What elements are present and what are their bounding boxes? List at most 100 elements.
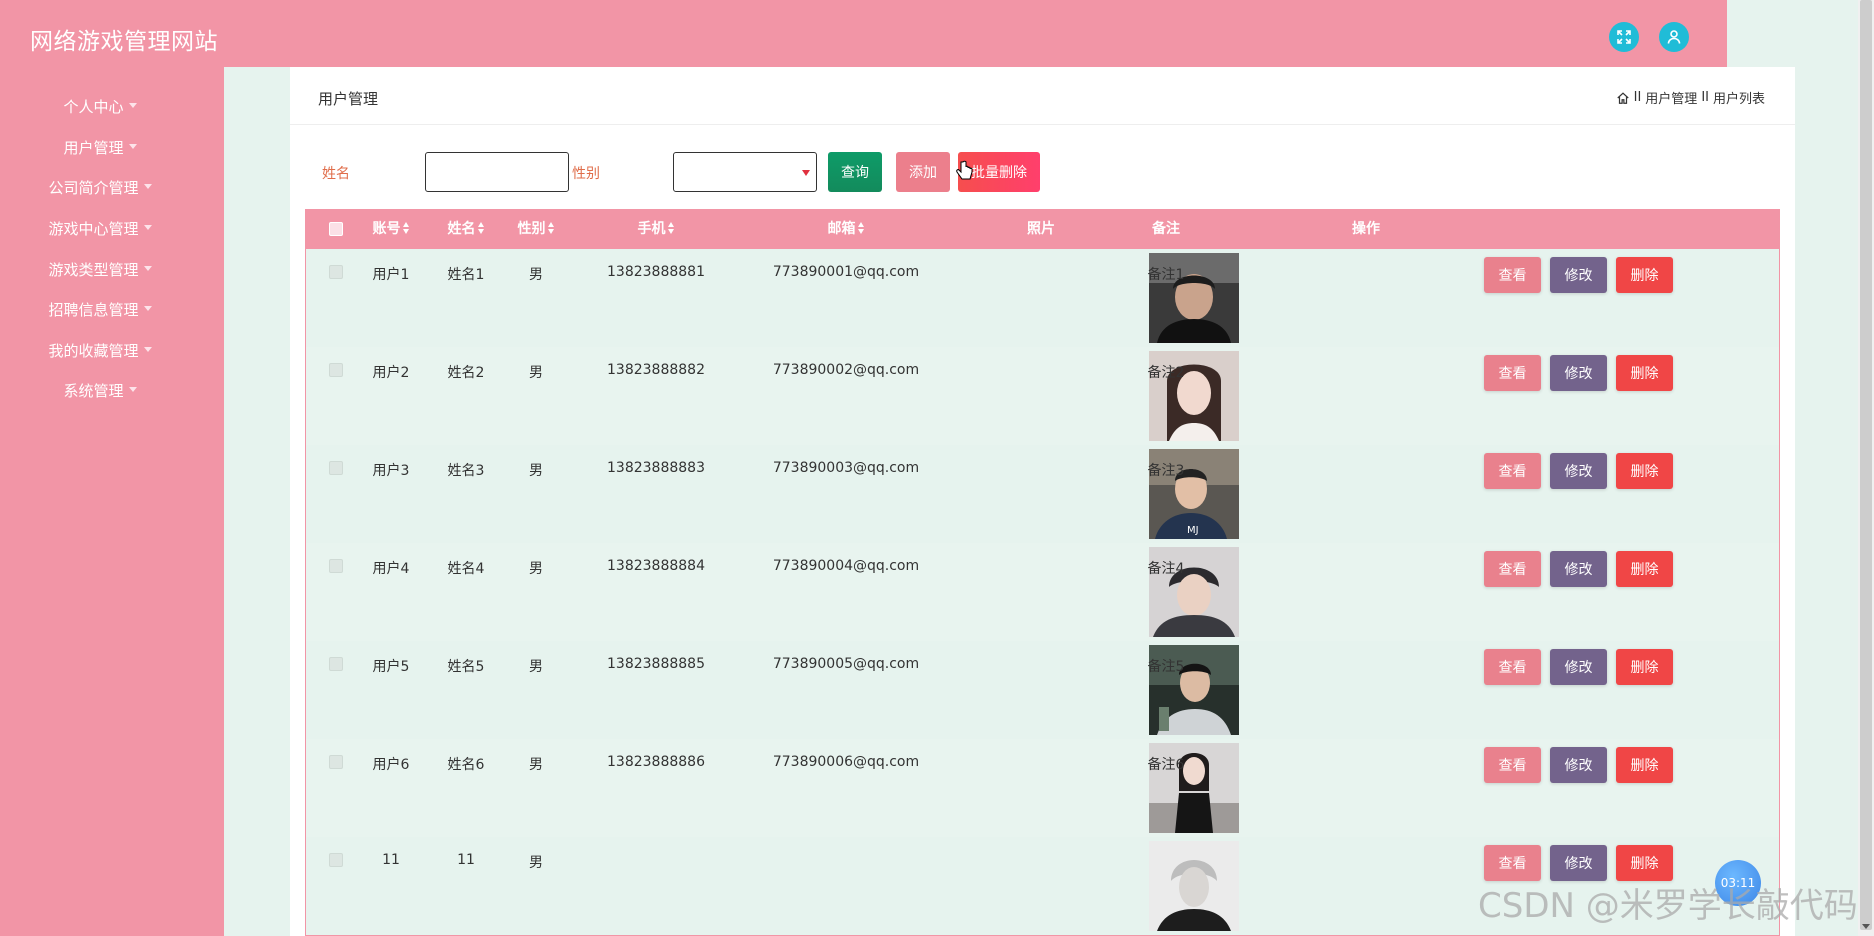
caret-down-icon	[143, 347, 152, 352]
sidebar: 个人中心 用户管理 公司简介管理 游戏中心管理 游戏类型管理 招聘信息管理 我的…	[0, 67, 224, 936]
sidebar-item-company-intro[interactable]: 公司简介管理	[0, 177, 200, 198]
app-title: 网络游戏管理网站	[30, 29, 218, 55]
cell-account: 用户4	[372, 561, 410, 577]
cell-account: 用户1	[372, 267, 410, 283]
edit-button[interactable]: 修改	[1550, 747, 1607, 783]
view-button[interactable]: 查看	[1484, 845, 1541, 881]
sidebar-item-personal-center[interactable]: 个人中心	[0, 96, 200, 117]
edit-button[interactable]: 修改	[1550, 257, 1607, 293]
add-button[interactable]: 添加	[896, 152, 950, 192]
edit-button[interactable]: 修改	[1550, 649, 1607, 685]
row-checkbox[interactable]	[329, 853, 343, 867]
delete-button[interactable]: 删除	[1616, 355, 1673, 391]
cell-name: 姓名2	[447, 365, 485, 381]
sidebar-item-game-type[interactable]: 游戏类型管理	[0, 259, 200, 280]
caret-down-icon	[143, 225, 152, 230]
row-checkbox[interactable]	[329, 363, 343, 377]
column-header-email[interactable]: 邮箱	[766, 210, 926, 249]
column-header-phone[interactable]: 手机	[596, 210, 716, 249]
breadcrumb-item-user-list: 用户列表	[1712, 92, 1765, 107]
edit-button[interactable]: 修改	[1550, 453, 1607, 489]
view-button[interactable]: 查看	[1484, 453, 1541, 489]
cell-phone: 13823888881	[607, 264, 705, 280]
watermark: CSDN @米罗学长敲代码	[1478, 886, 1858, 926]
table-row: 用户5 姓名5 男 13823888885 773890005@qq.com 备…	[306, 641, 1779, 739]
edit-button[interactable]: 修改	[1550, 551, 1607, 587]
sidebar-item-favorites[interactable]: 我的收藏管理	[0, 340, 200, 361]
delete-button[interactable]: 删除	[1616, 649, 1673, 685]
view-button[interactable]: 查看	[1484, 747, 1541, 783]
view-button[interactable]: 查看	[1484, 649, 1541, 685]
sidebar-item-user-management[interactable]: 用户管理	[0, 137, 200, 158]
caret-down-icon	[143, 184, 152, 189]
sidebar-item-game-center[interactable]: 游戏中心管理	[0, 218, 200, 239]
table-header: 账号 姓名 性别 手机 邮箱 照片 备注 操作	[306, 210, 1779, 249]
cell-remark: 备注6	[1147, 757, 1185, 773]
user-table: 账号 姓名 性别 手机 邮箱 照片 备注 操作 用户1 姓名1 男 138238…	[305, 209, 1780, 936]
cell-gender: 男	[529, 659, 543, 675]
cell-gender: 男	[529, 267, 543, 283]
sort-icon	[402, 222, 410, 234]
view-button[interactable]: 查看	[1484, 257, 1541, 293]
sidebar-item-label: 公司简介管理	[48, 179, 139, 197]
row-checkbox[interactable]	[329, 265, 343, 279]
cell-email: 773890002@qq.com	[772, 362, 920, 378]
sort-icon	[547, 222, 555, 234]
cell-email: 773890004@qq.com	[772, 558, 920, 574]
breadcrumb-separator: II	[1701, 90, 1709, 105]
scroll-down-arrow-icon[interactable]	[1862, 924, 1870, 929]
cell-phone: 13823888886	[607, 754, 705, 770]
select-all-checkbox[interactable]	[329, 222, 343, 236]
cell-phone: 13823888882	[607, 362, 705, 378]
sidebar-item-system[interactable]: 系统管理	[0, 380, 200, 401]
cell-gender: 男	[529, 757, 543, 773]
breadcrumb: II 用户管理 II 用户列表	[1616, 88, 1765, 107]
user-icon	[1667, 30, 1681, 44]
fullscreen-button[interactable]	[1609, 22, 1639, 52]
gender-select[interactable]	[673, 152, 817, 192]
cell-email: 773890001@qq.com	[772, 264, 920, 280]
cell-account: 用户3	[372, 463, 410, 479]
edit-button[interactable]: 修改	[1550, 355, 1607, 391]
header-right-strip	[1727, 0, 1874, 67]
delete-button[interactable]: 删除	[1616, 453, 1673, 489]
cell-gender: 男	[529, 365, 543, 381]
scrollbar-thumb[interactable]	[1860, 0, 1872, 930]
sidebar-item-label: 游戏中心管理	[48, 220, 139, 238]
view-button[interactable]: 查看	[1484, 551, 1541, 587]
edit-button[interactable]: 修改	[1550, 845, 1607, 881]
table-row: 用户6 姓名6 男 13823888886 773890006@qq.com 备…	[306, 739, 1779, 837]
top-header: 网络游戏管理网站	[0, 0, 1727, 67]
cell-email: 773890005@qq.com	[772, 656, 920, 672]
column-header-account[interactable]: 账号	[356, 210, 426, 249]
table-row: 用户2 姓名2 男 13823888882 773890002@qq.com 备…	[306, 347, 1779, 445]
column-header-name[interactable]: 姓名	[436, 210, 496, 249]
cell-remark: 备注5	[1147, 659, 1185, 675]
column-header-gender[interactable]: 性别	[506, 210, 566, 249]
delete-button[interactable]: 删除	[1616, 747, 1673, 783]
page-title: 用户管理	[318, 90, 379, 108]
sidebar-item-recruitment[interactable]: 招聘信息管理	[0, 299, 200, 320]
panel-header: 用户管理 II 用户管理 II 用户列表	[290, 67, 1795, 125]
row-checkbox[interactable]	[329, 461, 343, 475]
cell-remark: 备注1	[1147, 267, 1185, 283]
sidebar-item-label: 游戏类型管理	[48, 261, 139, 279]
table-row: 用户3 姓名3 男 13823888883 773890003@qq.com M…	[306, 445, 1779, 543]
user-profile-button[interactable]	[1659, 22, 1689, 52]
user-photo	[1149, 841, 1239, 931]
cell-remark: 备注3	[1147, 463, 1185, 479]
row-checkbox[interactable]	[329, 559, 343, 573]
view-button[interactable]: 查看	[1484, 355, 1541, 391]
row-checkbox[interactable]	[329, 755, 343, 769]
table-row: 用户4 姓名4 男 13823888884 773890004@qq.com 备…	[306, 543, 1779, 641]
name-search-input[interactable]	[425, 152, 569, 192]
delete-button[interactable]: 删除	[1616, 257, 1673, 293]
delete-button[interactable]: 删除	[1616, 845, 1673, 881]
query-button[interactable]: 查询	[828, 152, 882, 192]
breadcrumb-separator: II	[1633, 90, 1642, 105]
sidebar-item-label: 系统管理	[63, 382, 124, 400]
breadcrumb-item-user-management[interactable]: 用户管理	[1645, 88, 1697, 107]
row-checkbox[interactable]	[329, 657, 343, 671]
home-icon[interactable]	[1616, 91, 1630, 105]
delete-button[interactable]: 删除	[1616, 551, 1673, 587]
